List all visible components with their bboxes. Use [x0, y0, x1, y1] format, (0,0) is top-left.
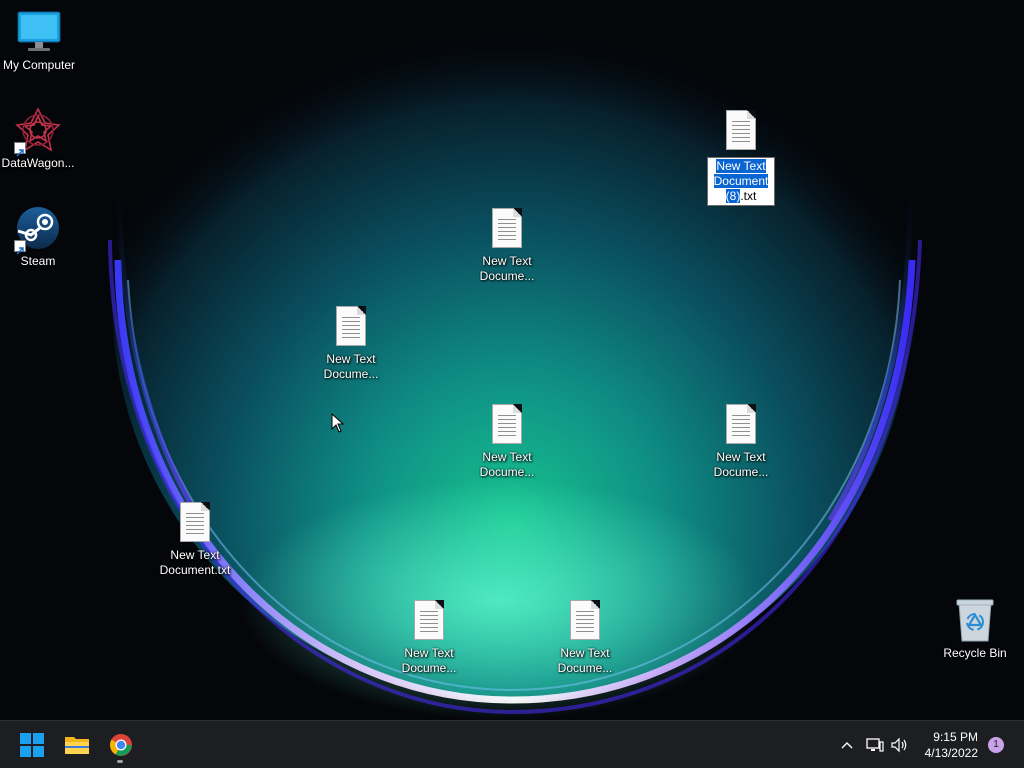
- desktop-icon-text-document[interactable]: New Text Docume...: [467, 204, 547, 284]
- text-document-icon: [717, 106, 765, 154]
- text-document-icon: [327, 302, 375, 350]
- text-document-icon: [405, 596, 453, 644]
- start-button[interactable]: [14, 727, 50, 763]
- desktop-icon-recycle-bin[interactable]: Recycle Bin: [935, 596, 1015, 661]
- text-document-icon: [717, 400, 765, 448]
- text-document-icon: [483, 204, 531, 252]
- desktop-icon-text-document[interactable]: New Text Docume...: [389, 596, 469, 676]
- desktop-icon-text-document-renaming[interactable]: New Text Document (8).txt: [701, 106, 781, 206]
- mouse-cursor-icon: [331, 412, 345, 437]
- desktop-icon-label: DataWagon...: [1, 156, 75, 170]
- folder-icon: [65, 737, 89, 754]
- desktop-icon-label: New Text Docume...: [557, 646, 613, 675]
- network-button[interactable]: [864, 721, 886, 769]
- clock-date: 4/13/2022: [924, 746, 978, 760]
- running-indicator: [117, 760, 123, 763]
- clock-time: 9:15 PM: [933, 730, 978, 744]
- desktop-icon-text-document[interactable]: New Text Docume...: [467, 400, 547, 480]
- desktop-icon-datawagon[interactable]: DataWagon...: [0, 106, 78, 171]
- rename-input[interactable]: New Text Document (8).txt: [707, 157, 775, 206]
- file-explorer-button[interactable]: [59, 727, 95, 763]
- chevron-up-icon: [841, 742, 853, 749]
- shortcut-arrow-icon: [14, 142, 26, 157]
- desktop-icon-label: New Text Docume...: [479, 450, 535, 479]
- text-document-icon: [483, 400, 531, 448]
- windows-start-icon: [20, 733, 44, 757]
- taskbar: 9:15 PM 4/13/2022 1: [0, 720, 1024, 768]
- desktop-icon-text-document[interactable]: New Text Docume...: [545, 596, 625, 676]
- desktop-icon-label: New Text Docume...: [323, 352, 379, 381]
- text-document-icon: [171, 498, 219, 546]
- desktop-icon-steam[interactable]: Steam: [0, 204, 78, 269]
- clock[interactable]: 9:15 PM 4/13/2022: [925, 729, 978, 761]
- steam-icon: [14, 204, 62, 255]
- desktop-icon-text-document[interactable]: New Text Document.txt: [155, 498, 235, 578]
- shortcut-arrow-icon: [14, 240, 26, 255]
- desktop-icon-text-document[interactable]: New Text Docume...: [311, 302, 391, 382]
- desktop-icon-label: New Text Docume...: [401, 646, 457, 675]
- tray-overflow-button[interactable]: [836, 721, 858, 769]
- notification-badge[interactable]: 1: [988, 737, 1004, 753]
- desktop-icon-label: Steam: [20, 254, 56, 268]
- text-document-icon: [561, 596, 609, 644]
- wallpaper: [0, 0, 1024, 720]
- desktop-icon-my-computer[interactable]: My Computer: [0, 8, 79, 73]
- desktop-icon-label: My Computer: [2, 58, 76, 72]
- desktop-icon-label: New Text Docume...: [713, 450, 769, 479]
- desktop-icon-text-document[interactable]: New Text Docume...: [701, 400, 781, 480]
- desktop[interactable]: My Computer DataWagon... Steam New Text …: [0, 0, 1024, 720]
- datawagon-icon: [14, 106, 62, 157]
- network-icon: [866, 738, 884, 752]
- chrome-button[interactable]: [103, 727, 139, 763]
- chrome-icon: [110, 734, 132, 756]
- volume-icon: [891, 737, 907, 753]
- desktop-icon-label: Recycle Bin: [943, 646, 1007, 660]
- monitor-icon: [15, 8, 63, 56]
- recycle-bin-icon: [951, 596, 999, 644]
- volume-button[interactable]: [889, 721, 911, 769]
- desktop-icon-label: New Text Document.txt: [159, 548, 231, 577]
- desktop-icon-label: New Text Docume...: [479, 254, 535, 283]
